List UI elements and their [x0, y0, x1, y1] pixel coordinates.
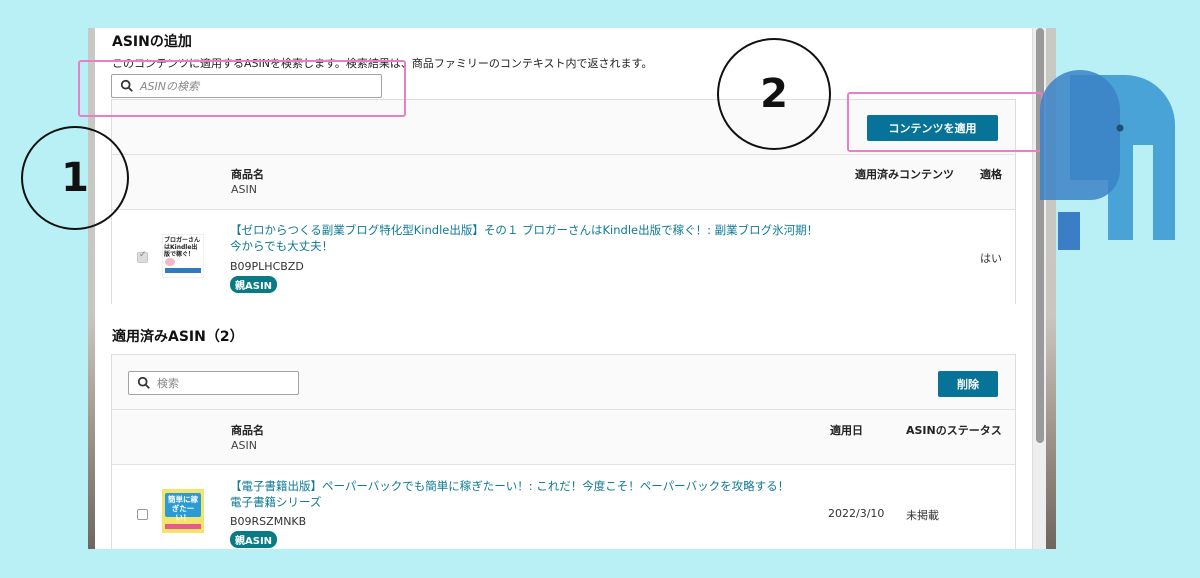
- parent-asin-badge: 親ASIN: [230, 276, 278, 293]
- product-title-line2: 今からでも大丈夫！: [230, 239, 334, 253]
- product-title-line1: 【電子書籍出版】ペーパーバックでも簡単に稼ぎたーい！: これだ！今度こそ！ペーパ…: [230, 479, 790, 493]
- delete-button[interactable]: 削除: [938, 371, 998, 397]
- product-title-line1: 【ゼロからつくる副業ブログ特化型Kindle出版】その１ ブロガーさんはKind…: [230, 223, 819, 237]
- product-title-line2: 電子書籍シリーズ: [230, 495, 322, 509]
- col-product-name: 商品名: [231, 168, 264, 181]
- highlight-search-box: [78, 60, 406, 117]
- col-product-name: 商品名: [231, 424, 264, 437]
- applied-header-row: 商品名 ASIN 適用日 ASINのステータス: [112, 409, 1015, 464]
- book-cover-image: 簡単に稼ぎたーい！: [162, 489, 204, 533]
- highlight-apply-button: [847, 92, 1043, 152]
- applied-asin-title: 適用済みASIN（2）: [112, 329, 244, 345]
- asin-status-value: 未掲載: [906, 509, 939, 522]
- parent-asin-badge: 親ASIN: [230, 531, 278, 548]
- elephant-logo-icon: [1040, 70, 1175, 250]
- add-asin-title: ASINの追加: [112, 34, 192, 50]
- product-title-link[interactable]: 【電子書籍出版】ペーパーバックでも簡単に稼ぎたーい！: これだ！今度こそ！ペーパ…: [230, 478, 789, 510]
- table-row: ブロガーさんはKindle出版で稼ぐ！ 【ゼロからつくる副業ブログ特化型Kind…: [112, 209, 1015, 304]
- book-cover-text: 簡単に稼ぎたーい！: [168, 495, 198, 522]
- col-asin: ASIN: [231, 183, 257, 196]
- applied-search-placeholder: 検索: [157, 377, 179, 390]
- col-asin: ASIN: [231, 439, 257, 452]
- applied-asin-box: 検索 削除 商品名 ASIN 適用日 ASINのステータス 簡単に稼ぎたーい！ …: [111, 354, 1016, 549]
- product-asin: B09RSZMNKB: [230, 515, 307, 528]
- book-cover-image: ブロガーさんはKindle出版で稼ぐ！: [162, 234, 204, 278]
- search-icon: [137, 376, 150, 389]
- col-applied-content: 適用済みコンテンツ: [855, 168, 954, 181]
- table-row: 簡単に稼ぎたーい！ 【電子書籍出版】ペーパーバックでも簡単に稼ぎたーい！: これ…: [112, 464, 1015, 549]
- eligible-value: はい: [980, 252, 1002, 265]
- row-checkbox[interactable]: [137, 509, 148, 520]
- step-marker-2: 2: [717, 38, 831, 150]
- results-header-row: 商品名 ASIN 適用済みコンテンツ 適格: [112, 154, 1015, 209]
- col-asin-status: ASINのステータス: [906, 424, 1002, 437]
- applied-date-value: 2022/3/10: [828, 507, 885, 520]
- col-applied-date: 適用日: [830, 424, 863, 437]
- product-asin: B09PLHCBZD: [230, 260, 304, 273]
- col-eligible: 適格: [980, 168, 1002, 181]
- row-checkbox[interactable]: [137, 250, 148, 263]
- applied-search-input[interactable]: 検索: [128, 371, 299, 395]
- step-marker-1: 1: [21, 126, 129, 230]
- product-title-link[interactable]: 【ゼロからつくる副業ブログ特化型Kindle出版】その１ ブロガーさんはKind…: [230, 222, 818, 254]
- book-cover-text: ブロガーさんはKindle出版で稼ぐ！: [164, 237, 201, 258]
